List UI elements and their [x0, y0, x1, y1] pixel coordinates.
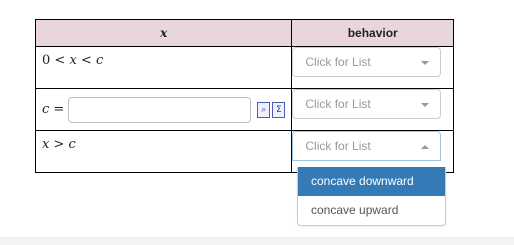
interval-cell-3: x > c [34, 130, 293, 173]
header-behavior-label: behavior [347, 26, 398, 40]
interval-expression-1: 0 < x < c [36, 47, 291, 68]
header-x: x [34, 19, 293, 47]
chevron-down-icon [421, 61, 430, 65]
less-than-sign: < [54, 53, 66, 68]
header-row: x behavior [34, 19, 454, 47]
critical-value-row: c = ⌕ Σ [36, 89, 291, 130]
table-row: 0 < x < c Click for List [34, 46, 454, 89]
select-placeholder: Click for List [305, 139, 371, 153]
greater-than-sign: > [53, 137, 65, 152]
less-than-sign: < [80, 53, 92, 68]
behavior-select-1[interactable]: Click for List [292, 47, 442, 77]
page: x behavior 0 < x < c Click for List c = … [0, 0, 514, 245]
table-row: c = ⌕ Σ Click for List [34, 88, 454, 131]
header-x-label: x [160, 26, 168, 40]
option-concave-upward[interactable]: concave upward [298, 196, 445, 225]
chevron-down-icon [421, 103, 430, 107]
select-placeholder: Click for List [305, 97, 371, 111]
variable-c: c [42, 102, 50, 117]
sigma-icon[interactable]: Σ [272, 101, 286, 118]
header-behavior: behavior [291, 19, 454, 47]
behavior-cell-2: Click for List [291, 88, 454, 131]
variable-c: c [96, 53, 104, 68]
chevron-up-icon [421, 145, 430, 149]
select-placeholder: Click for List [305, 55, 371, 69]
option-concave-downward[interactable]: concave downward [298, 167, 445, 196]
behavior-select-2[interactable]: Click for List [292, 89, 442, 119]
behavior-cell-1: Click for List [291, 46, 454, 89]
behavior-table: x behavior 0 < x < c Click for List c = … [34, 19, 454, 173]
preview-icon[interactable]: ⌕ [257, 101, 271, 118]
c-value-input[interactable] [68, 96, 252, 123]
equals-sign: = [53, 102, 65, 117]
expr-zero: 0 [42, 53, 51, 68]
variable-x: x [42, 137, 50, 152]
dropdown-menu: concave downward concave upward [297, 167, 446, 226]
interval-expression-3: x > c [36, 131, 291, 152]
variable-x: x [69, 53, 77, 68]
interval-cell-1: 0 < x < c [34, 46, 293, 89]
variable-c: c [68, 137, 76, 152]
behavior-select-3[interactable]: Click for List [292, 131, 442, 161]
c-equals-label: c = [42, 102, 64, 117]
critical-value-cell: c = ⌕ Σ [34, 88, 293, 131]
bottom-strip [0, 237, 514, 245]
